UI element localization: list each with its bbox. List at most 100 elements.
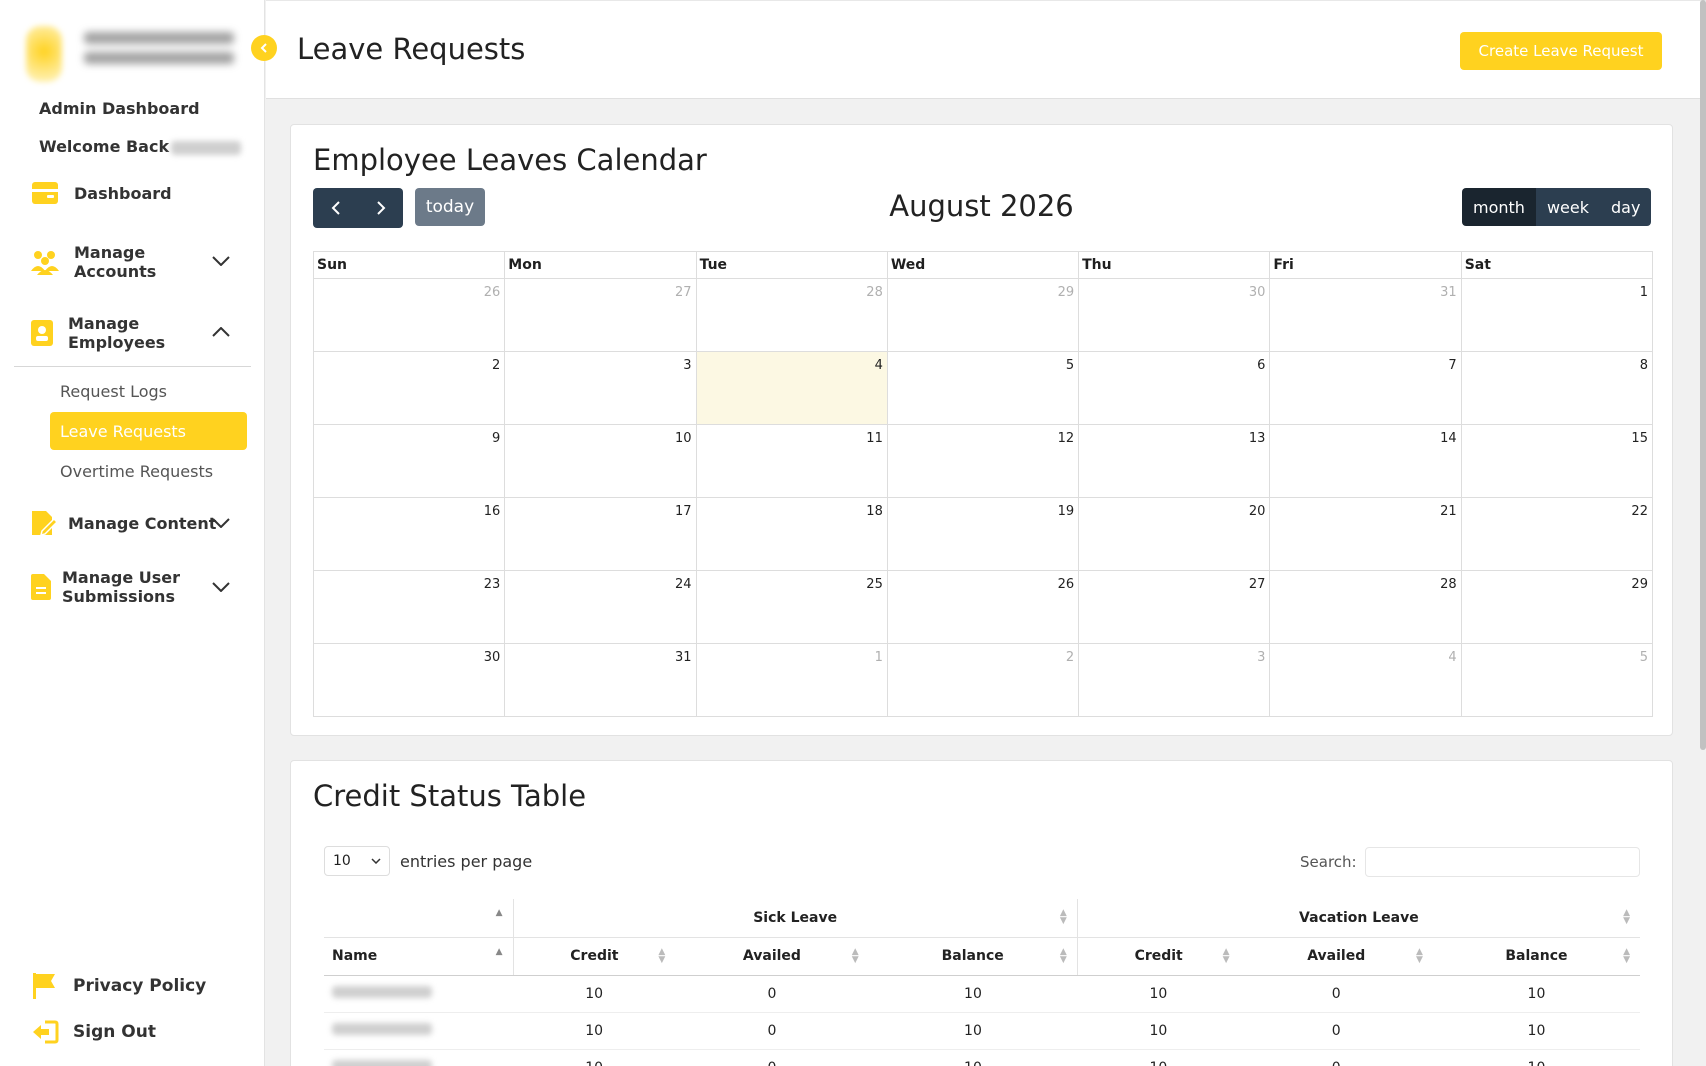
sidebar-item-manage-content[interactable]: Manage Content — [30, 510, 216, 537]
calendar-day-cell[interactable]: 6 — [1079, 352, 1271, 425]
view-week-button[interactable]: week — [1535, 188, 1600, 226]
today-button[interactable]: today — [415, 188, 485, 226]
calendar-day-number[interactable]: 8 — [1640, 358, 1648, 373]
calendar-day-cell[interactable]: 13 — [1079, 425, 1271, 498]
chevron-down-icon[interactable] — [210, 250, 232, 272]
column-header-sick-availed[interactable]: Availed ▲ ▼ — [675, 937, 869, 976]
calendar-day-cell[interactable]: 2 — [887, 644, 1080, 717]
page-scrollbar[interactable] — [1700, 0, 1706, 750]
calendar-day-cell[interactable]: 30 — [314, 644, 506, 717]
calendar-day-number[interactable]: 19 — [1058, 504, 1075, 519]
search-input[interactable] — [1364, 847, 1640, 877]
calendar-day-number[interactable]: 3 — [683, 358, 691, 373]
chevron-down-icon[interactable] — [210, 512, 232, 534]
entries-per-page-select[interactable]: 10 — [324, 846, 390, 876]
calendar-day-number[interactable]: 2 — [492, 358, 500, 373]
calendar-day-number[interactable]: 21 — [1440, 504, 1457, 519]
calendar-day-cell[interactable]: 7 — [1270, 352, 1462, 425]
calendar-day-number[interactable]: 28 — [1440, 577, 1457, 592]
calendar-day-cell[interactable]: 18 — [696, 498, 888, 571]
sidebar-item-manage-accounts[interactable]: Manage Accounts — [30, 243, 230, 281]
calendar-day-cell[interactable]: 1 — [1461, 279, 1653, 352]
calendar-day-number[interactable]: 12 — [1058, 431, 1075, 446]
calendar-day-number[interactable]: 18 — [866, 504, 883, 519]
calendar-day-cell[interactable]: 24 — [505, 571, 697, 644]
sidebar-item-request-logs[interactable]: Request Logs — [50, 372, 247, 410]
calendar-day-number[interactable]: 15 — [1631, 431, 1648, 446]
calendar-day-cell[interactable]: 17 — [505, 498, 697, 571]
calendar-day-number[interactable]: 28 — [866, 285, 883, 300]
calendar-day-cell[interactable]: 20 — [1079, 498, 1271, 571]
calendar-day-number[interactable]: 27 — [1249, 577, 1266, 592]
calendar-day-cell[interactable]: 12 — [887, 425, 1080, 498]
calendar-day-cell[interactable]: 21 — [1270, 498, 1462, 571]
sign-out-button[interactable]: Sign Out — [30, 1019, 156, 1045]
calendar-day-cell[interactable]: 5 — [1461, 644, 1653, 717]
calendar-day-number[interactable]: 1 — [1640, 285, 1648, 300]
calendar-day-number[interactable]: 23 — [484, 577, 501, 592]
calendar-day-number[interactable]: 13 — [1249, 431, 1266, 446]
next-month-button[interactable] — [358, 188, 403, 228]
calendar-day-cell[interactable]: 22 — [1461, 498, 1653, 571]
calendar-day-cell[interactable]: 23 — [314, 571, 506, 644]
calendar-day-number[interactable]: 29 — [1058, 285, 1075, 300]
calendar-day-cell[interactable]: 30 — [1079, 279, 1271, 352]
calendar-day-cell[interactable]: 29 — [1461, 571, 1653, 644]
calendar-day-cell[interactable]: 19 — [887, 498, 1080, 571]
sidebar-item-overtime-requests[interactable]: Overtime Requests — [50, 452, 247, 490]
calendar-day-number[interactable]: 17 — [675, 504, 692, 519]
column-header-vacation-credit[interactable]: Credit ▲ ▼ — [1076, 937, 1240, 976]
calendar-day-number[interactable]: 9 — [492, 431, 500, 446]
column-header-vacation-balance[interactable]: Balance ▲ ▼ — [1432, 937, 1640, 976]
sidebar-item-leave-requests[interactable]: Leave Requests — [50, 412, 247, 450]
calendar-day-number[interactable]: 16 — [484, 504, 501, 519]
calendar-day-cell[interactable]: 26 — [887, 571, 1080, 644]
name-group-header[interactable]: ▲ — [324, 899, 513, 938]
sidebar-collapse-button[interactable] — [251, 35, 277, 61]
calendar-day-number[interactable]: 20 — [1249, 504, 1266, 519]
sick-leave-group-header[interactable]: Sick Leave ▲ ▼ — [512, 899, 1078, 938]
calendar-day-number[interactable]: 31 — [675, 650, 692, 665]
calendar-day-number[interactable]: 30 — [1249, 285, 1266, 300]
calendar-day-cell[interactable]: 14 — [1270, 425, 1462, 498]
sidebar-item-manage-user-submissions[interactable]: Manage User Submissions — [30, 568, 230, 606]
calendar-day-number[interactable]: 30 — [484, 650, 501, 665]
calendar-day-number[interactable]: 26 — [484, 285, 501, 300]
column-header-name[interactable]: Name ▲ — [324, 937, 513, 976]
calendar-day-cell[interactable]: 3 — [505, 352, 697, 425]
view-month-button[interactable]: month — [1462, 188, 1536, 226]
calendar-day-cell[interactable]: 11 — [696, 425, 888, 498]
calendar-day-number[interactable]: 3 — [1257, 650, 1265, 665]
calendar-day-number[interactable]: 14 — [1440, 431, 1457, 446]
calendar-day-cell[interactable]: 27 — [1079, 571, 1271, 644]
calendar-day-number[interactable]: 5 — [1066, 358, 1074, 373]
calendar-day-cell[interactable]: 28 — [1270, 571, 1462, 644]
sidebar-item-dashboard[interactable]: Dashboard — [30, 180, 172, 206]
calendar-day-cell[interactable]: 3 — [1079, 644, 1271, 717]
calendar-day-cell[interactable]: 29 — [887, 279, 1080, 352]
prev-month-button[interactable] — [313, 188, 358, 228]
calendar-day-cell[interactable]: 31 — [1270, 279, 1462, 352]
calendar-day-number[interactable]: 7 — [1448, 358, 1456, 373]
chevron-down-icon[interactable] — [210, 576, 232, 598]
calendar-day-number[interactable]: 6 — [1257, 358, 1265, 373]
calendar-day-cell[interactable]: 5 — [887, 352, 1080, 425]
calendar-day-cell-today[interactable]: 4 — [696, 352, 888, 425]
calendar-day-number[interactable]: 2 — [1066, 650, 1074, 665]
calendar-day-cell[interactable]: 28 — [696, 279, 888, 352]
calendar-day-number[interactable]: 10 — [675, 431, 692, 446]
calendar-day-cell[interactable]: 31 — [505, 644, 697, 717]
calendar-day-cell[interactable]: 9 — [314, 425, 506, 498]
vacation-leave-group-header[interactable]: Vacation Leave ▲ ▼ — [1076, 899, 1640, 938]
calendar-day-number[interactable]: 26 — [1058, 577, 1075, 592]
calendar-day-cell[interactable]: 26 — [314, 279, 506, 352]
column-header-sick-balance[interactable]: Balance ▲ ▼ — [868, 937, 1078, 976]
calendar-day-number[interactable]: 27 — [675, 285, 692, 300]
calendar-day-cell[interactable]: 4 — [1270, 644, 1462, 717]
column-header-vacation-availed[interactable]: Availed ▲ ▼ — [1239, 937, 1433, 976]
calendar-day-cell[interactable]: 1 — [696, 644, 888, 717]
calendar-day-number[interactable]: 1 — [875, 650, 883, 665]
calendar-day-number[interactable]: 4 — [875, 358, 883, 373]
calendar-day-cell[interactable]: 2 — [314, 352, 506, 425]
calendar-day-cell[interactable]: 25 — [696, 571, 888, 644]
